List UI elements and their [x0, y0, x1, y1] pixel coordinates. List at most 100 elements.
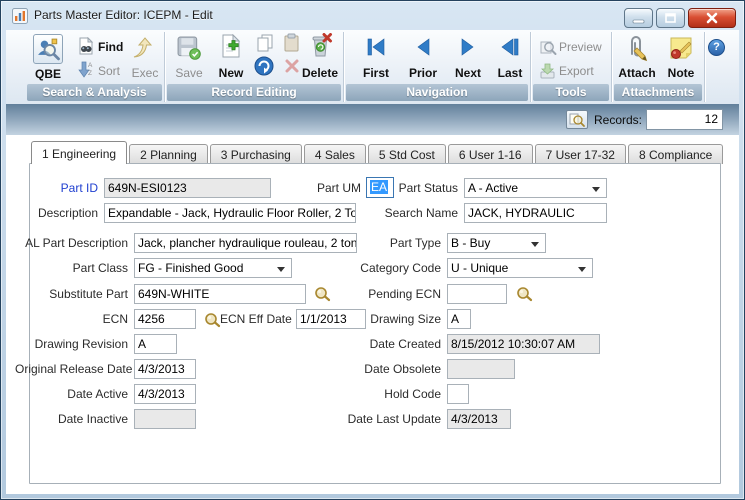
records-search-button[interactable] [566, 110, 588, 129]
drawing-revision-field[interactable]: A [134, 334, 177, 354]
ecn-lookup-button[interactable] [203, 312, 221, 328]
sort-button: A Z [77, 61, 94, 83]
new-button[interactable] [219, 34, 243, 65]
save-icon [177, 36, 201, 60]
part-id-label: Part ID [28, 178, 98, 198]
tab-planning[interactable]: 2 Planning [129, 144, 208, 164]
part-status-dropdown[interactable]: A - Active [464, 178, 607, 198]
substitute-part-lookup-button[interactable] [313, 286, 331, 302]
records-label: Records: [594, 113, 642, 127]
date-created-field[interactable]: 8/15/2012 10:30:07 AM [447, 334, 600, 354]
date-last-update-label: Date Last Update [341, 409, 441, 429]
description-field[interactable]: Expandable - Jack, Hydraulic Floor Rolle… [104, 203, 356, 223]
part-class-dropdown[interactable]: FG - Finished Good [134, 258, 292, 278]
tab-sales[interactable]: 4 Sales [304, 144, 366, 164]
group-header-attachments: Attachments [614, 84, 702, 101]
delete-icon [309, 33, 333, 59]
date-active-field[interactable]: 4/3/2013 [134, 384, 196, 404]
pending-ecn-lookup-button[interactable] [515, 286, 533, 302]
delete-button[interactable] [309, 33, 333, 64]
ecn-field[interactable]: 4256 [134, 309, 196, 329]
red-x-icon [284, 58, 300, 74]
attach-icon [624, 34, 648, 62]
minimize-button[interactable] [624, 8, 653, 28]
window-title: Parts Master Editor: ICEPM - Edit [34, 8, 213, 22]
tab-purchasing[interactable]: 3 Purchasing [210, 144, 302, 164]
pending-ecn-field[interactable] [447, 284, 507, 304]
close-button[interactable] [688, 8, 736, 28]
search-name-field[interactable]: JACK, HYDRAULIC [464, 203, 607, 223]
drawing-size-field[interactable]: A [447, 309, 471, 329]
exec-label: Exec [127, 66, 163, 80]
first-button[interactable] [366, 38, 386, 61]
tab-user-1-16[interactable]: 6 User 1-16 [448, 144, 533, 164]
attach-button[interactable] [624, 34, 648, 67]
toolbar-separator [704, 32, 705, 102]
toolbar-group-navigation: First Prior Next Last Navigation [344, 30, 530, 104]
last-button[interactable] [500, 38, 520, 61]
description-label: Description [28, 203, 98, 223]
qbe-label: QBE [33, 67, 63, 81]
drawing-size-label: Drawing Size [361, 309, 441, 329]
date-inactive-label: Date Inactive [28, 409, 128, 429]
date-obsolete-field[interactable] [447, 359, 515, 379]
substitute-part-label: Substitute Part [28, 284, 128, 304]
svg-text:Z: Z [88, 70, 92, 77]
prior-button[interactable] [414, 38, 432, 61]
date-last-update-field[interactable]: 4/3/2013 [447, 409, 511, 429]
app-icon [12, 8, 28, 24]
svg-text:A: A [88, 62, 93, 69]
ecn-eff-date-field[interactable]: 1/1/2013 [296, 309, 366, 329]
new-label: New [213, 66, 249, 80]
refresh-button[interactable] [253, 55, 275, 82]
al-part-description-field[interactable]: Jack, plancher hydraulique rouleau, 2 to… [134, 233, 357, 253]
date-created-label: Date Created [361, 334, 441, 354]
hold-code-field[interactable] [447, 384, 469, 404]
tab-compliance[interactable]: 8 Compliance [628, 144, 723, 164]
maximize-button[interactable] [656, 8, 685, 28]
next-button[interactable] [459, 38, 477, 61]
part-um-label: Part UM [301, 178, 361, 198]
exec-icon [131, 36, 155, 60]
tab-std-cost[interactable]: 5 Std Cost [368, 144, 446, 164]
paste-icon [283, 33, 301, 53]
part-type-dropdown[interactable]: B - Buy [447, 233, 546, 253]
original-release-date-field[interactable]: 4/3/2013 [134, 359, 196, 379]
sort-label: Sort [98, 64, 120, 78]
records-count-field[interactable]: 12 [646, 109, 723, 130]
export-button [539, 62, 557, 85]
substitute-part-field[interactable]: 649N-WHITE [134, 284, 306, 304]
delete-label: Delete [299, 66, 341, 80]
lookup-magnifier-icon [313, 286, 331, 302]
copy-icon [255, 33, 275, 53]
qbe-icon [34, 35, 62, 63]
title-bar[interactable]: Parts Master Editor: ICEPM - Edit [1, 1, 744, 30]
category-code-dropdown[interactable]: U - Unique [447, 258, 593, 278]
refresh-icon [253, 55, 275, 77]
part-id-field[interactable]: 649N-ESI0123 [104, 178, 271, 198]
group-header-record-editing: Record Editing [167, 84, 341, 101]
sort-icon: A Z [77, 61, 94, 78]
qbe-button[interactable] [33, 34, 63, 64]
next-label: Next [446, 66, 490, 80]
exec-button [131, 36, 155, 65]
preview-button [539, 38, 557, 61]
tab-engineering[interactable]: 1 Engineering [31, 141, 127, 164]
preview-icon [539, 38, 557, 56]
date-inactive-field[interactable] [134, 409, 196, 429]
toolbar-group-record-editing: Save New [165, 30, 343, 104]
tab-strip: 1 Engineering 2 Planning 3 Purchasing 4 … [31, 141, 725, 164]
toolbar-group-search-analysis: QBE Find A Z Sort [25, 30, 164, 104]
original-release-date-label: Original Release Date [15, 359, 128, 379]
toolbar: QBE Find A Z Sort [6, 30, 739, 104]
find-button[interactable] [77, 37, 95, 60]
preview-label: Preview [559, 40, 602, 54]
tab-user-17-32[interactable]: 7 User 17-32 [535, 144, 626, 164]
help-button[interactable]: ? [708, 39, 725, 56]
maximize-icon [657, 9, 684, 27]
ecn-label: ECN [28, 309, 128, 329]
save-button [177, 36, 201, 65]
note-label: Note [661, 66, 701, 80]
note-button[interactable] [668, 35, 694, 66]
group-header-tools: Tools [533, 84, 609, 101]
